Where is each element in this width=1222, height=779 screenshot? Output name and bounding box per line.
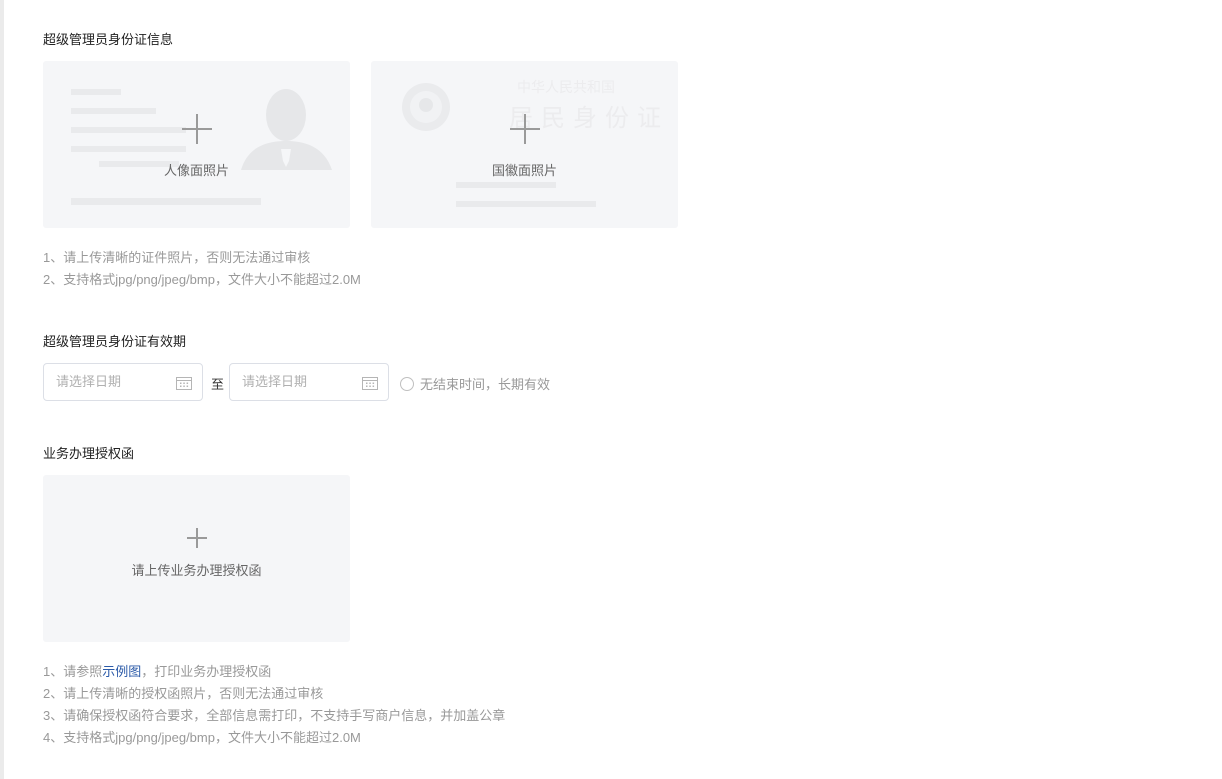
authorization-upload-label: 请上传业务办理授权函 [131,563,262,578]
no-end-date-label: 无结束时间，长期有效 [420,377,551,392]
calendar-icon [362,377,378,390]
id-card-section-title: 超级管理员身份证信息 [43,32,174,47]
plus-icon [182,114,212,144]
id-card-tip-1: 1、请上传清晰的证件照片，否则无法通过审核 [43,250,311,265]
date-range-separator: 至 [211,377,225,392]
id-front-upload[interactable]: 人像面照片 [43,61,350,228]
plus-icon [510,114,540,144]
authorization-section-title: 业务办理授权函 [43,446,135,461]
plus-icon [187,528,207,548]
id-front-label: 人像面照片 [163,163,229,178]
calendar-icon [176,377,192,390]
id-card-tips: 1、请上传清晰的证件照片，否则无法通过审核 2、支持格式jpg/png/jpeg… [43,247,361,291]
tip1-suffix: ，打印业务办理授权函 [141,664,272,679]
start-date-input[interactable] [54,373,168,390]
example-image-link[interactable]: 示例图 [102,664,141,679]
id-card-tip-2: 2、支持格式jpg/png/jpeg/bmp，文件大小不能超过2.0M [43,272,361,287]
tip1-prefix: 1、请参照 [43,664,103,679]
validity-section-title: 超级管理员身份证有效期 [43,334,187,349]
authorization-tip-1: 1、请参照示例图，打印业务办理授权函 [43,661,505,683]
id-back-label: 国徽面照片 [491,163,557,178]
authorization-upload[interactable]: 请上传业务办理授权函 [43,475,350,642]
left-border [0,0,4,779]
authorization-tip-3: 3、请确保授权函符合要求，全部信息需打印，不支持手写商户信息，并加盖公章 [43,708,506,723]
id-back-upload[interactable]: 中华人民共和国 居民身份证 国徽面照片 [371,61,678,228]
id-front-placeholder-graphic [71,89,332,205]
watermark-line1: 中华人民共和国 [517,80,615,96]
id-back-placeholder-graphic: 中华人民共和国 居民身份证 [402,80,661,207]
end-date-picker[interactable] [229,363,389,401]
authorization-tips: 1、请参照示例图，打印业务办理授权函 2、请上传清晰的授权函照片，否则无法通过审… [43,661,505,749]
end-date-input[interactable] [240,373,354,390]
start-date-picker[interactable] [43,363,203,401]
authorization-tip-2: 2、请上传清晰的授权函照片，否则无法通过审核 [43,686,324,701]
authorization-tip-4: 4、支持格式jpg/png/jpeg/bmp，文件大小不能超过2.0M [43,730,361,745]
no-end-date-option[interactable]: 无结束时间，长期有效 [400,374,550,393]
no-end-date-radio[interactable] [400,376,414,391]
